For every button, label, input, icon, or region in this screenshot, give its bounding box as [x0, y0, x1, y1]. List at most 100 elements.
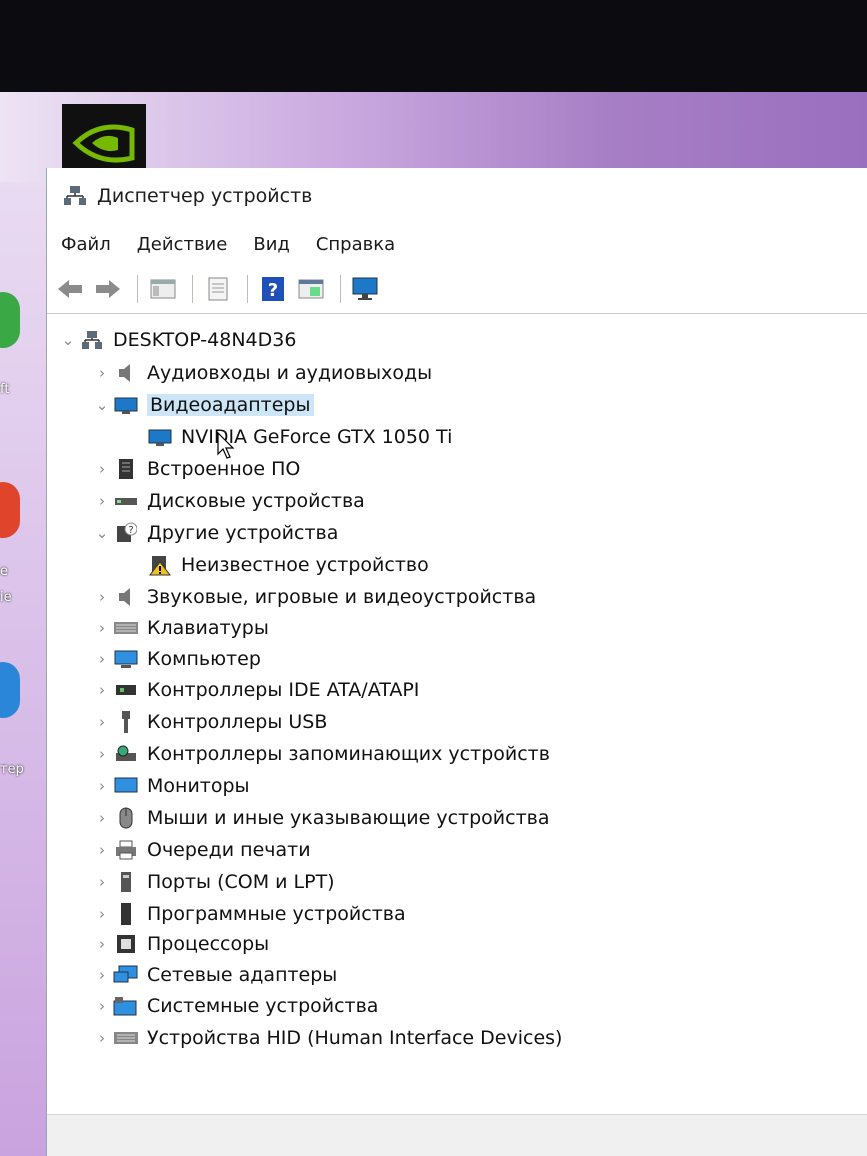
tree-item-print-queues[interactable]: › Очереди печати — [91, 836, 311, 864]
forward-button[interactable] — [91, 272, 125, 306]
device-tree: ⌄ DESKTOP-48N4D36 › Аудиовходы и аудиовы… — [47, 324, 867, 1104]
svg-text:?: ? — [268, 280, 278, 301]
back-button[interactable] — [53, 272, 87, 306]
chevron-right-icon[interactable]: › — [91, 364, 113, 382]
tree-item-display-adapters[interactable]: ⌄ Видеоадаптеры — [91, 391, 314, 419]
tree-item-mice[interactable]: › Мыши и иные указывающие устройства — [91, 804, 549, 832]
tree-item-unknown-device[interactable]: Неизвестное устройство — [125, 551, 429, 579]
tree-item-label: Процессоры — [147, 933, 270, 955]
properties-icon — [208, 277, 228, 300]
forward-arrow-icon — [96, 279, 120, 298]
tree-item-keyboards[interactable]: › Клавиатуры — [91, 614, 269, 642]
menu-file[interactable]: Файл — [61, 234, 111, 255]
tree-item-hid[interactable]: › Устройства HID (Human Interface Device… — [91, 1024, 562, 1052]
chevron-right-icon[interactable]: › — [91, 997, 113, 1015]
tree-item-ports[interactable]: › Порты (COM и LPT) — [91, 868, 335, 896]
tree-item-disk-drives[interactable]: › Дисковые устройства — [91, 487, 365, 515]
status-bar — [47, 1114, 867, 1156]
chevron-right-icon[interactable]: › — [91, 966, 113, 984]
hid-icon — [113, 1026, 139, 1050]
tree-item-label: Аудиовходы и аудиовыходы — [147, 362, 433, 384]
menu-help[interactable]: Справка — [316, 234, 395, 255]
tree-item-label: Устройства HID (Human Interface Devices) — [147, 1027, 563, 1049]
chevron-right-icon[interactable]: › — [91, 619, 113, 637]
desktop-icons-strip: ft е іе тер — [0, 182, 46, 1156]
properties-button[interactable] — [201, 272, 235, 306]
chevron-right-icon[interactable]: › — [91, 681, 113, 699]
monitor-bezel — [0, 0, 867, 92]
software-device-icon — [113, 902, 139, 926]
menu-bar: Файл Действие Вид Справка — [47, 224, 867, 264]
tree-item-label: Контроллеры запоминающих устройств — [147, 743, 550, 765]
warning-device-icon — [147, 553, 173, 577]
chevron-right-icon[interactable]: › — [91, 905, 113, 923]
speaker-icon — [113, 361, 139, 385]
tree-item-label: Контроллеры IDE ATA/ATAPI — [147, 679, 420, 701]
computer-tree-icon — [79, 328, 105, 352]
chevron-right-icon[interactable]: › — [91, 650, 113, 668]
scan-hardware-button[interactable] — [349, 272, 383, 306]
tree-item-label: Мониторы — [147, 775, 250, 797]
tree-item-firmware[interactable]: › Встроенное ПО — [91, 455, 300, 483]
menu-view[interactable]: Вид — [253, 234, 290, 255]
tree-item-label: Другие устройства — [147, 522, 339, 544]
tree-item-storage-controllers[interactable]: › Контроллеры запоминающих устройств — [91, 740, 550, 768]
tree-item-label: Компьютер — [147, 648, 261, 670]
chevron-right-icon[interactable]: › — [91, 1029, 113, 1047]
network-adapter-icon — [113, 963, 139, 987]
tree-item-computer[interactable]: › Компьютер — [91, 645, 261, 673]
tree-root[interactable]: ⌄ DESKTOP-48N4D36 — [57, 326, 297, 354]
tree-item-audio-io[interactable]: › Аудиовходы и аудиовыходы — [91, 359, 432, 387]
tree-item-label: Программные устройства — [147, 903, 406, 925]
tree-item-sound-video-game[interactable]: › Звуковые, игровые и видеоустройства — [91, 583, 536, 611]
desktop-icon[interactable] — [0, 482, 20, 538]
chevron-right-icon[interactable]: › — [91, 935, 113, 953]
unknown-device-icon: ? — [113, 521, 139, 545]
tree-item-label: Неизвестное устройство — [181, 554, 429, 576]
tree-item-processors[interactable]: › Процессоры — [91, 930, 269, 958]
mouse-icon — [113, 806, 139, 830]
tree-item-label: Клавиатуры — [147, 617, 269, 639]
device-manager-icon — [64, 186, 86, 205]
tree-item-software-devices[interactable]: › Программные устройства — [91, 900, 406, 928]
view-resources-button[interactable] — [294, 272, 328, 306]
tree-item-usb-controllers[interactable]: › Контроллеры USB — [91, 708, 327, 736]
chevron-right-icon[interactable]: › — [91, 777, 113, 795]
chevron-right-icon[interactable]: › — [91, 492, 113, 510]
view-resources-icon — [298, 279, 324, 298]
tree-item-label: Видеоадаптеры — [147, 394, 314, 416]
tree-item-monitors[interactable]: › Мониторы — [91, 772, 250, 800]
tree-item-ide-controllers[interactable]: › Контроллеры IDE ATA/ATAPI — [91, 676, 419, 704]
show-hide-tree-icon — [150, 279, 176, 298]
disk-icon — [113, 489, 139, 513]
chevron-right-icon[interactable]: › — [91, 809, 113, 827]
chevron-down-icon[interactable]: ⌄ — [57, 331, 79, 349]
chevron-right-icon[interactable]: › — [91, 841, 113, 859]
chevron-right-icon[interactable]: › — [91, 713, 113, 731]
chevron-right-icon[interactable]: › — [91, 873, 113, 891]
help-icon: ? — [262, 276, 284, 301]
help-button[interactable]: ? — [256, 272, 290, 306]
keyboard-icon — [113, 616, 139, 640]
tree-item-label: Мыши и иные указывающие устройства — [147, 807, 550, 829]
chevron-down-icon[interactable]: ⌄ — [91, 396, 113, 414]
toolbar: ? — [47, 264, 867, 314]
menu-action[interactable]: Действие — [137, 234, 228, 255]
chevron-right-icon[interactable]: › — [91, 588, 113, 606]
tree-item-label: Звуковые, игровые и видеоустройства — [147, 586, 537, 608]
show-hide-tree-button[interactable] — [146, 272, 180, 306]
tree-item-system-devices[interactable]: › Системные устройства — [91, 992, 378, 1020]
chevron-down-icon[interactable]: ⌄ — [91, 524, 113, 542]
monitor-icon — [113, 774, 139, 798]
processor-icon — [113, 932, 139, 956]
desktop-icon[interactable] — [0, 662, 20, 718]
tree-item-other-devices[interactable]: ⌄ ? Другие устройства — [91, 519, 339, 547]
desktop-icon[interactable] — [0, 292, 20, 348]
tree-item-label: Порты (COM и LPT) — [147, 871, 335, 893]
tree-item-nvidia-gpu[interactable]: NVIDIA GeForce GTX 1050 Ti — [125, 423, 452, 451]
tree-item-network-adapters[interactable]: › Сетевые адаптеры — [91, 961, 337, 989]
chevron-right-icon[interactable]: › — [91, 460, 113, 478]
chevron-right-icon[interactable]: › — [91, 745, 113, 763]
monitor-scan-icon — [352, 277, 378, 300]
svg-text:?: ? — [128, 525, 133, 536]
